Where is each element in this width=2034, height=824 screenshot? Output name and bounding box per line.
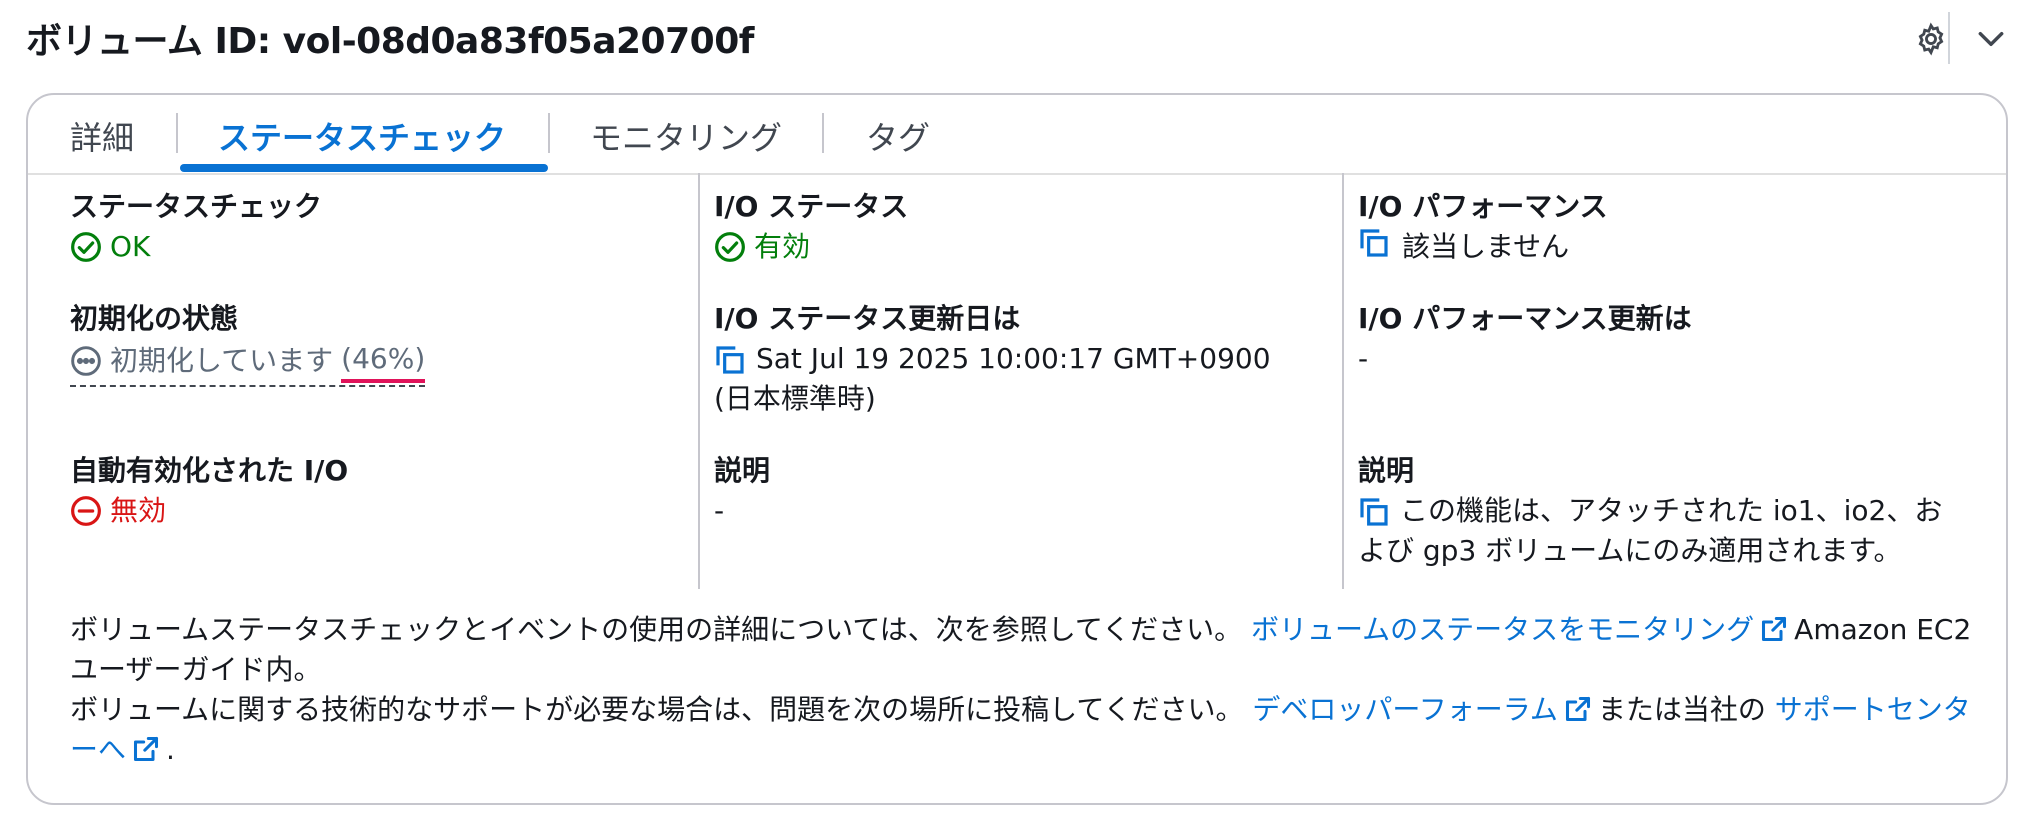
help-text-segment: . [166, 733, 175, 766]
init-status-text: 初期化しています [110, 344, 334, 377]
feature-description-text: この機能は、アタッチされた io1、io2、および gp3 ボリュームにのみ適用… [1358, 494, 1943, 567]
chevron-down-icon [1978, 31, 2004, 47]
help-text-segment: または当社の [1597, 693, 1775, 726]
external-link-icon [1565, 696, 1590, 722]
auto-enabled-io-field: 自動有効化された I/O 無効 [70, 451, 670, 531]
status-ok-value: OK [70, 227, 670, 267]
tab-separator [822, 113, 824, 153]
field-label: I/O パフォーマンス更新は [1358, 302, 1692, 335]
field-label: I/O ステータス更新日は [714, 302, 1021, 335]
field-label: 自動有効化された I/O [70, 454, 349, 487]
field-label: 説明 [714, 454, 771, 487]
description-value: - [714, 494, 725, 527]
field-label: 説明 [1358, 454, 1415, 487]
tab-monitoring[interactable]: モニタリング [590, 113, 782, 159]
io-status-field: I/O ステータス 有効 [714, 187, 1314, 267]
help-text-segment: ボリュームステータスチェックとイベントの使用の詳細については、次を参照してくださ… [70, 613, 1251, 646]
help-text: ボリュームステータスチェックとイベントの使用の詳細については、次を参照してくださ… [70, 610, 1990, 770]
developer-forum-link[interactable]: デベロッパーフォーラム [1252, 693, 1557, 726]
tab-bar: 詳細 ステータスチェック モニタリング タグ [28, 95, 2006, 175]
volume-title: ボリューム ID: vol-08d0a83f05a20700f [26, 21, 754, 62]
feature-description-value: この機能は、アタッチされた io1、io2、および gp3 ボリュームにのみ適用… [1358, 491, 1958, 571]
status-check-field: ステータスチェック OK [70, 187, 670, 267]
io-performance-updated-field: I/O パフォーマンス更新は - [1358, 299, 1958, 379]
io-status-updated-field: I/O ステータス更新日は Sat Jul 19 2025 10:00:17 G… [714, 299, 1314, 419]
copy-icon[interactable] [1358, 496, 1390, 528]
minus-circle-icon [71, 496, 101, 526]
gear-icon [1918, 22, 1944, 56]
column-divider [698, 173, 700, 589]
in-progress-icon [71, 346, 101, 376]
help-line-monitoring: ボリュームステータスチェックとイベントの使用の詳細については、次を参照してくださ… [70, 610, 1990, 690]
page-header: ボリューム ID: vol-08d0a83f05a20700f [26, 8, 2016, 64]
init-state-field: 初期化の状態 初期化しています (46%) [70, 299, 670, 388]
tab-separator [176, 113, 178, 153]
header-divider [1948, 12, 1950, 64]
io-performance-field: I/O パフォーマンス 該当しません [1358, 187, 1958, 267]
copy-icon[interactable] [1358, 227, 1390, 259]
tab-details[interactable]: 詳細 [70, 113, 134, 159]
field-label: I/O ステータス [714, 190, 909, 223]
tab-tags[interactable]: タグ [866, 113, 930, 159]
field-label: ステータスチェック [70, 190, 323, 223]
init-status-popover-trigger[interactable]: 初期化しています (46%) [70, 339, 426, 387]
tab-status-checks[interactable]: ステータスチェック [218, 113, 506, 159]
help-line-support: ボリュームに関する技術的なサポートが必要な場合は、問題を次の場所に投稿してくださ… [70, 690, 1990, 770]
status-check-panel: 詳細 ステータスチェック モニタリング タグ ステータスチェック OK 初期化の… [26, 93, 2008, 805]
monitor-volume-status-link[interactable]: ボリュームのステータスをモニタリング [1251, 613, 1754, 646]
check-circle-icon [71, 232, 101, 262]
feature-description-field: 説明 この機能は、アタッチされた io1、io2、および gp3 ボリュームにの… [1358, 451, 1958, 571]
io-performance-updated-value: - [1358, 342, 1369, 375]
tab-separator [548, 113, 550, 153]
io-status-updated-value: Sat Jul 19 2025 10:00:17 GMT+0900 (日本標準時… [714, 339, 1314, 419]
init-progress-percent: (46%) [341, 339, 426, 383]
io-status-value: 有効 [714, 227, 1314, 267]
collapse-button[interactable] [1966, 14, 2016, 64]
io-status-text: 有効 [754, 230, 811, 263]
column-divider [1342, 173, 1344, 589]
field-label: 初期化の状態 [70, 302, 239, 335]
auto-io-text: 無効 [110, 494, 167, 527]
io-performance-value: 該当しません [1358, 227, 1958, 267]
active-tab-indicator [180, 164, 548, 172]
io-performance-text: 該当しません [1402, 230, 1570, 263]
field-label: I/O パフォーマンス [1358, 190, 1608, 223]
help-text-segment: ボリュームに関する技術的なサポートが必要な場合は、問題を次の場所に投稿してくださ… [70, 693, 1253, 726]
copy-icon[interactable] [714, 344, 746, 376]
external-link-icon [133, 736, 159, 762]
external-link-icon [1762, 616, 1787, 642]
description-field: 説明 - [714, 451, 1314, 531]
auto-io-value: 無効 [70, 491, 670, 531]
io-status-updated-text: Sat Jul 19 2025 10:00:17 GMT+0900 (日本標準時… [714, 342, 1271, 415]
check-circle-icon [715, 232, 745, 262]
status-text: OK [110, 230, 151, 263]
